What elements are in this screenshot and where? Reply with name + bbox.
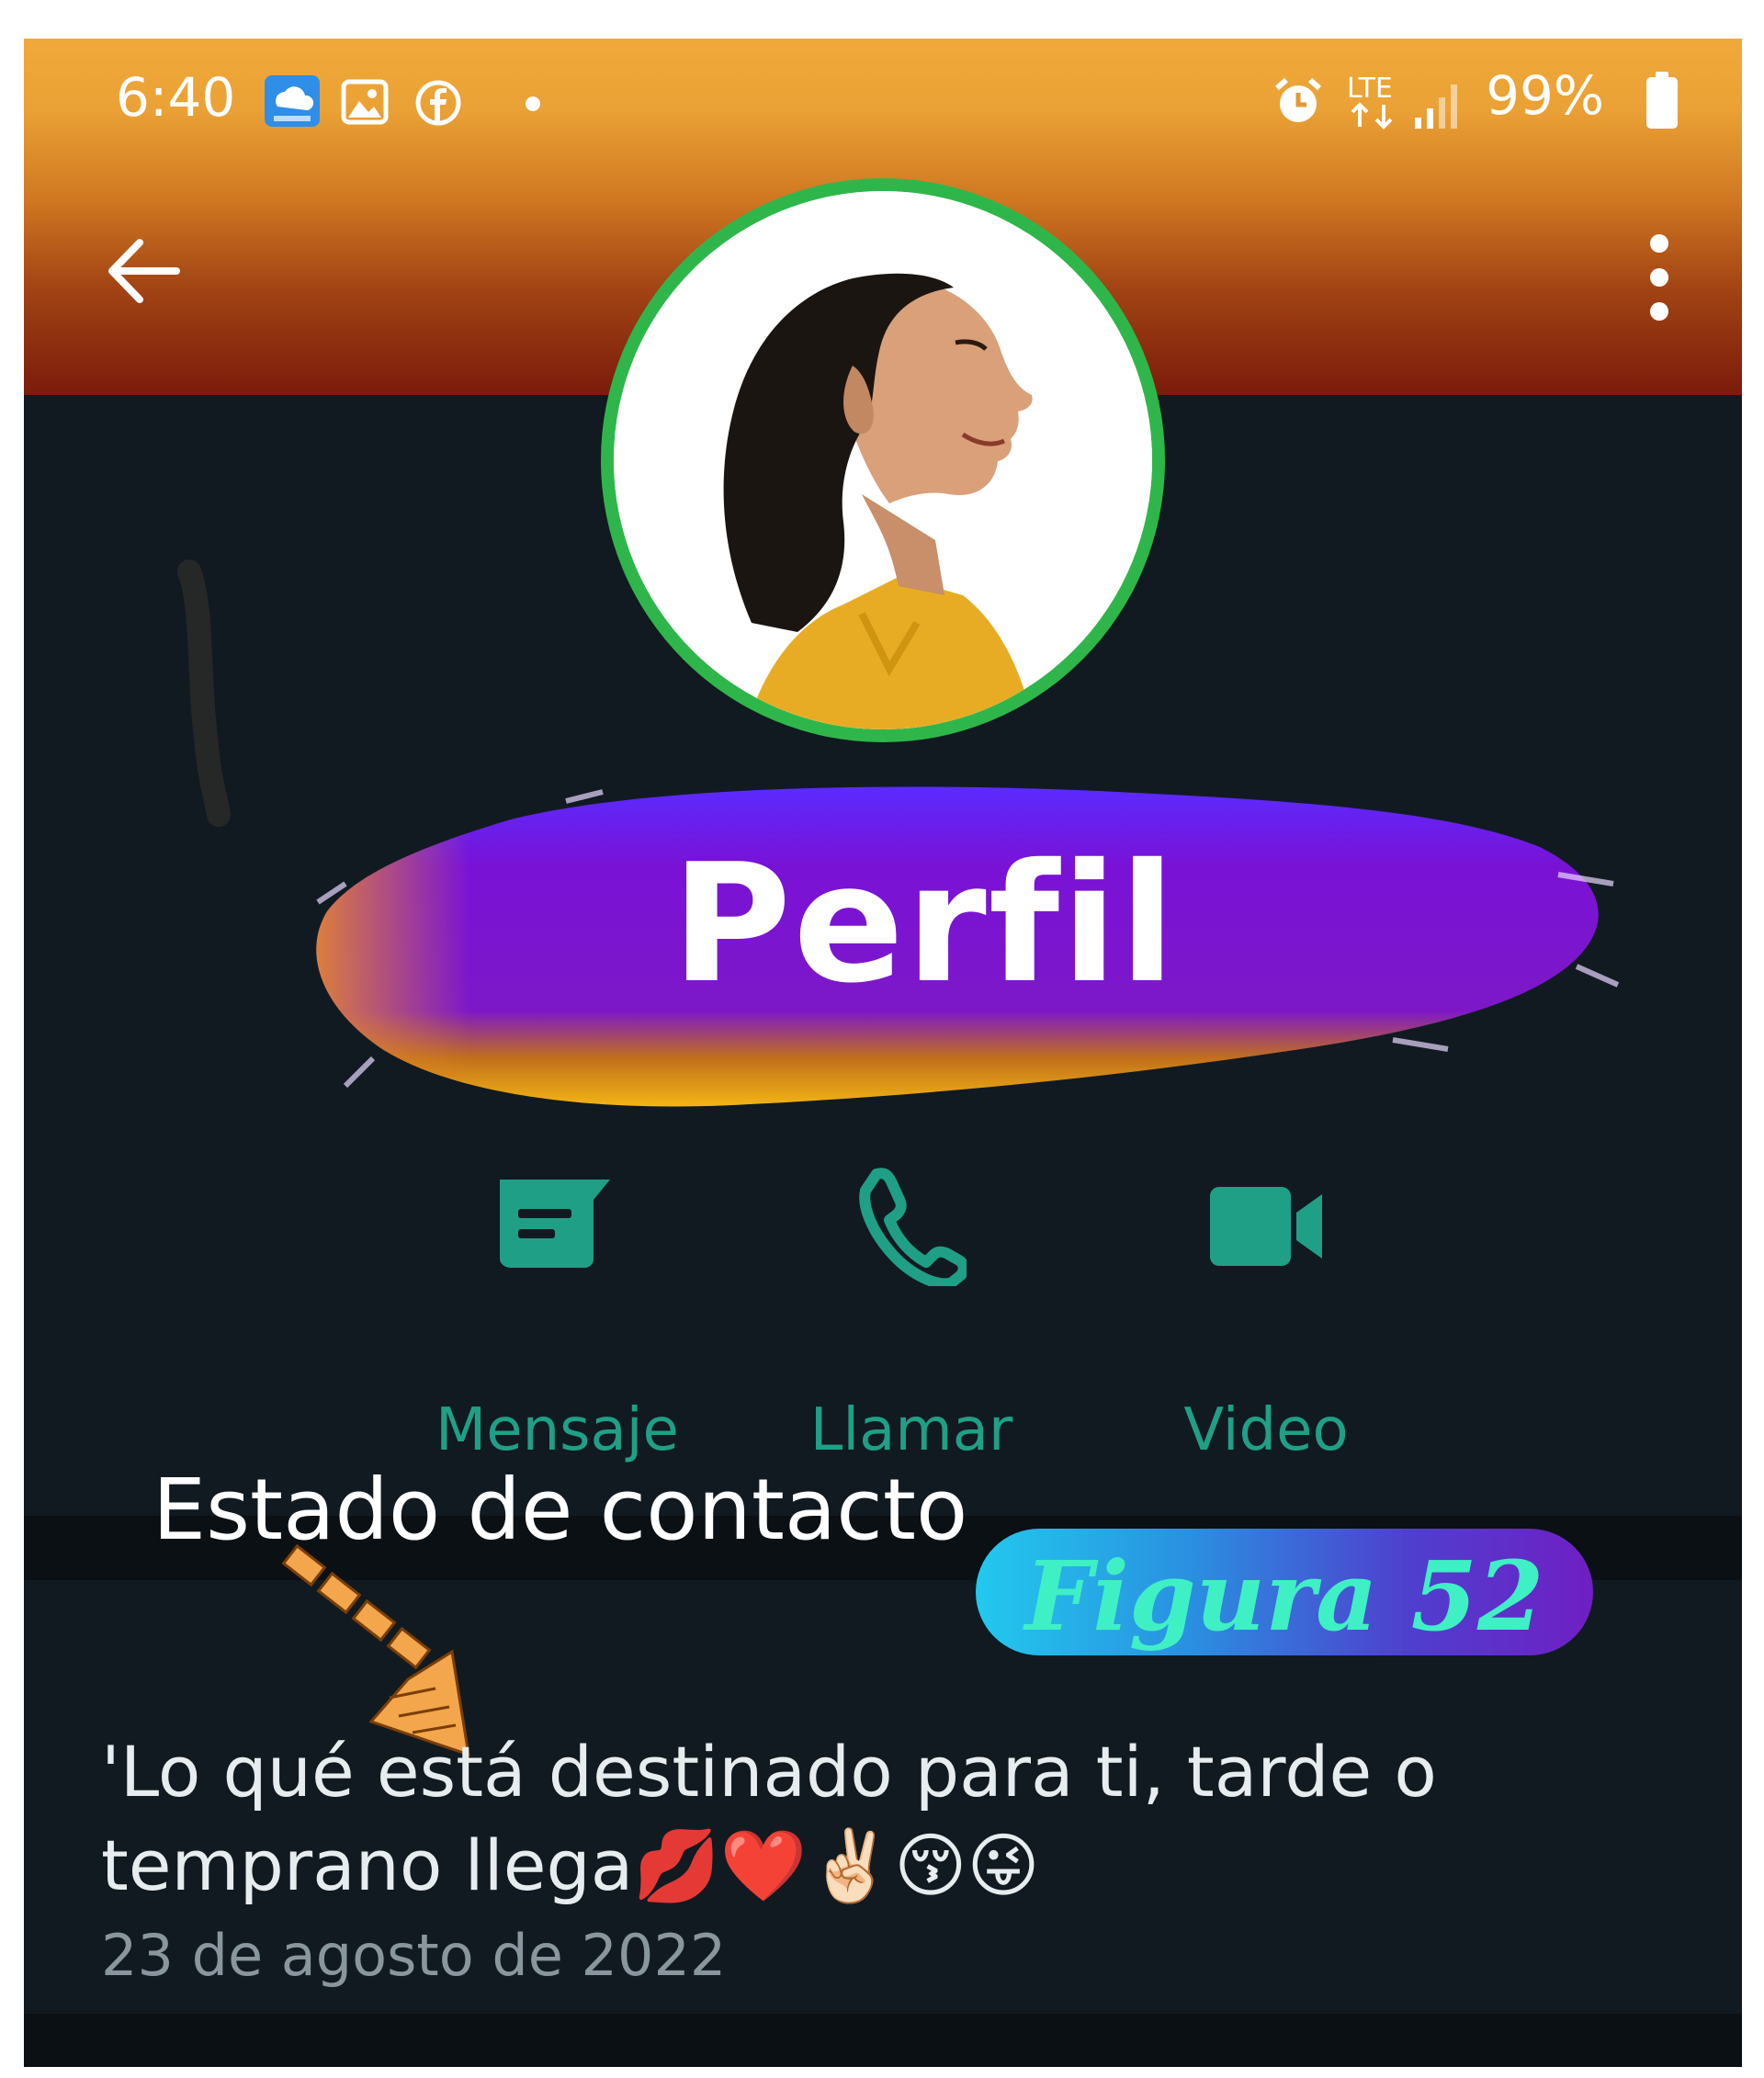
- pencil-scribble: [177, 559, 231, 827]
- figure-badge: Figura 52: [976, 1529, 1593, 1655]
- message-icon: [500, 1180, 610, 1268]
- video-icon: [1210, 1187, 1322, 1266]
- notification-dot-icon: [526, 96, 540, 111]
- contact-status-text: 'Lo qué está destinado para ti, tarde o …: [101, 1731, 1437, 1906]
- profile-photo-ring[interactable]: [601, 178, 1165, 742]
- video-action[interactable]: Video: [1147, 1158, 1385, 1464]
- video-label: Video: [1183, 1396, 1349, 1464]
- call-action[interactable]: Llamar: [792, 1158, 1031, 1464]
- figure-label: Figura 52: [1024, 1540, 1544, 1653]
- bottom-divider: [24, 2014, 1742, 2067]
- back-arrow-icon[interactable]: [101, 230, 184, 312]
- battery-icon: [1646, 72, 1678, 129]
- call-label: Llamar: [809, 1396, 1013, 1464]
- status-bar: 6:40 LTE 99%: [24, 39, 1742, 158]
- signal-icon: [1415, 85, 1457, 129]
- svg-text:LTE: LTE: [1347, 73, 1393, 105]
- lte-icon: LTE: [1347, 73, 1393, 130]
- gallery-icon: [341, 79, 389, 125]
- woman-profile-illustration: [614, 191, 1152, 729]
- message-label: Mensaje: [435, 1396, 679, 1464]
- banner-title: Perfil: [671, 829, 1178, 1019]
- facebook-icon: [415, 80, 461, 126]
- more-options-icon[interactable]: [1632, 227, 1687, 328]
- battery-percent: 99%: [1486, 64, 1604, 127]
- cloud-app-icon: [265, 75, 320, 127]
- profile-screen: 6:40 LTE 99% Perfil Mensaje Llamar Video…: [24, 39, 1742, 2067]
- status-time: 6:40: [116, 66, 236, 129]
- profile-photo: [614, 191, 1152, 729]
- contact-status-date: 23 de agosto de 2022: [101, 1922, 727, 1989]
- message-action[interactable]: Mensaje: [435, 1158, 679, 1464]
- alarm-icon: [1274, 77, 1322, 122]
- phone-icon: [859, 1168, 967, 1286]
